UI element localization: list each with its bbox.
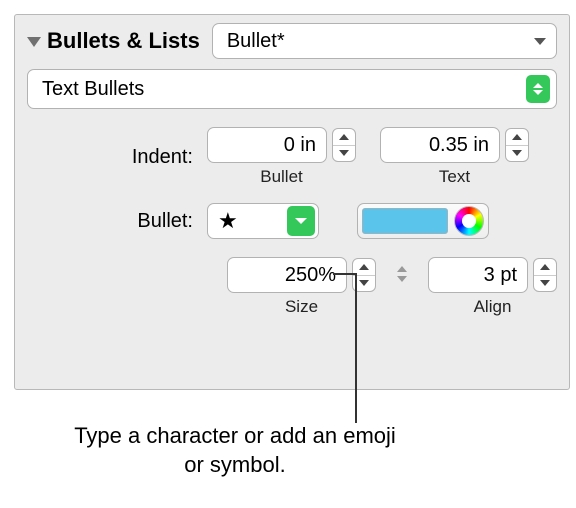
bullets-lists-panel: Bullets & Lists Bullet* Text Bullets Ind… <box>14 14 570 390</box>
bullet-glyph-menu-icon[interactable] <box>287 206 315 236</box>
list-style-value: Bullet* <box>227 30 285 53</box>
bullet-glyph: ★ <box>208 208 287 234</box>
bullet-indent-sublabel: Bullet <box>260 167 303 187</box>
align-sublabel: Align <box>474 297 512 317</box>
bullet-type-value: Text Bullets <box>42 78 144 101</box>
bullet-label: Bullet: <box>27 210 207 233</box>
text-indent-stepper[interactable] <box>505 128 529 162</box>
bullet-indent-input[interactable] <box>207 127 327 163</box>
bullet-type-select[interactable]: Text Bullets <box>27 69 557 109</box>
color-wheel-icon[interactable] <box>454 206 484 236</box>
indent-label: Indent: <box>27 146 207 169</box>
list-style-select[interactable]: Bullet* <box>212 23 557 59</box>
indent-row: Indent: Bullet <box>15 127 569 187</box>
disclosure-triangle-icon[interactable] <box>27 37 41 47</box>
section-title: Bullets & Lists <box>47 28 200 54</box>
bullet-character-field[interactable]: ★ <box>207 203 319 239</box>
align-stepper[interactable] <box>533 258 557 292</box>
size-input[interactable] <box>227 257 347 293</box>
popup-stepper-icon <box>526 75 550 103</box>
bullet-row: Bullet: ★ <box>15 203 569 239</box>
color-swatch[interactable] <box>362 208 448 234</box>
bullet-color-well[interactable] <box>357 203 489 239</box>
align-input[interactable] <box>428 257 528 293</box>
text-indent-input[interactable] <box>380 127 500 163</box>
align-split-icon <box>392 257 412 291</box>
callout-line <box>355 273 357 423</box>
size-sublabel: Size <box>285 297 318 317</box>
bullet-indent-stepper[interactable] <box>332 128 356 162</box>
section-header: Bullets & Lists Bullet* <box>15 23 569 69</box>
text-indent-sublabel: Text <box>439 167 470 187</box>
chevron-down-icon <box>534 38 546 45</box>
callout-caption: Type a character or add an emoji or symb… <box>70 422 400 479</box>
